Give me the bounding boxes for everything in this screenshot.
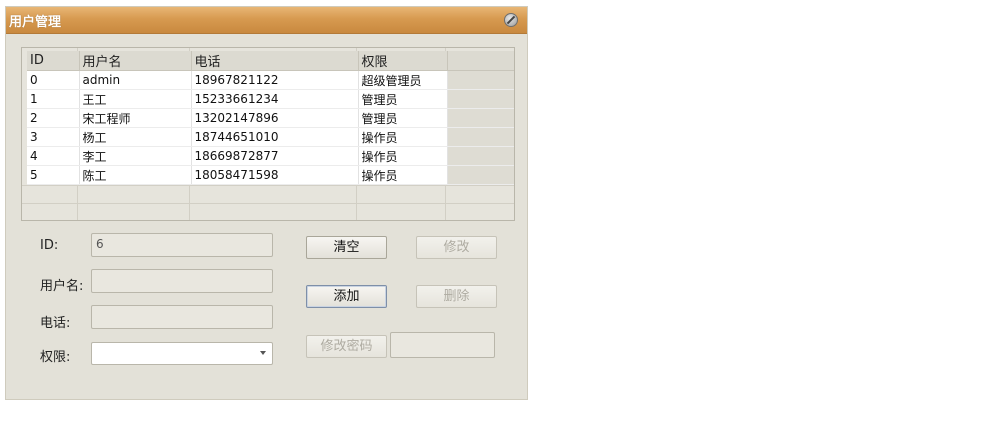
username-field[interactable] (91, 269, 273, 293)
id-label: ID: (40, 238, 59, 253)
cell-phone: 18967821122 (191, 70, 359, 90)
user-table-grid: ID 用户名 电话 权限 0 admin 18967821122 超级管理员 1 (27, 51, 514, 185)
cell-role: 管理员 (358, 108, 448, 128)
cell-role: 操作员 (358, 146, 448, 166)
close-icon[interactable] (504, 13, 518, 27)
column-header-id[interactable]: ID (27, 51, 80, 71)
window-title: 用户管理 (9, 15, 62, 30)
cell-filler (447, 146, 514, 166)
cell-id: 0 (27, 70, 80, 90)
cell-username: 王工 (79, 89, 192, 109)
modify-button[interactable]: 修改 (416, 236, 497, 259)
cell-filler (447, 127, 514, 147)
password-field[interactable] (390, 332, 495, 358)
cell-phone: 18744651010 (191, 127, 359, 147)
column-header-phone[interactable]: 电话 (191, 51, 359, 71)
cell-id: 1 (27, 89, 80, 109)
cell-filler (447, 165, 514, 185)
cell-phone: 15233661234 (191, 89, 359, 109)
cell-id: 4 (27, 146, 80, 166)
column-header-role[interactable]: 权限 (358, 51, 448, 71)
table-row[interactable]: 2 宋工程师 13202147896 管理员 (27, 108, 514, 128)
table-row[interactable]: 5 陈工 18058471598 操作员 (27, 165, 514, 185)
cell-username: 宋工程师 (79, 108, 192, 128)
table-row[interactable]: 1 王工 15233661234 管理员 (27, 89, 514, 109)
table-row[interactable]: 4 李工 18669872877 操作员 (27, 146, 514, 166)
cell-role: 操作员 (358, 165, 448, 185)
cell-username: 陈工 (79, 165, 192, 185)
cell-username: 李工 (79, 146, 192, 166)
cell-role: 管理员 (358, 89, 448, 109)
username-label: 用户名: (40, 279, 84, 294)
chevron-down-icon[interactable] (260, 351, 266, 355)
cell-phone: 18058471598 (191, 165, 359, 185)
add-button[interactable]: 添加 (306, 285, 387, 308)
id-field: 6 (91, 233, 273, 257)
cell-phone: 18669872877 (191, 146, 359, 166)
cell-filler (447, 89, 514, 109)
cell-filler (447, 108, 514, 128)
cell-username: 杨工 (79, 127, 192, 147)
cell-role: 超级管理员 (358, 70, 448, 90)
column-header-filler (447, 51, 514, 71)
table-row[interactable]: 0 admin 18967821122 超级管理员 (27, 70, 514, 90)
cell-filler (447, 70, 514, 90)
role-select[interactable] (91, 342, 273, 365)
cell-phone: 13202147896 (191, 108, 359, 128)
column-header-username[interactable]: 用户名 (79, 51, 192, 71)
cell-id: 3 (27, 127, 80, 147)
cell-username: admin (79, 70, 192, 90)
phone-field[interactable] (91, 305, 273, 329)
change-password-button[interactable]: 修改密码 (306, 335, 387, 358)
phone-label: 电话: (40, 316, 71, 331)
delete-button[interactable]: 删除 (416, 285, 497, 308)
cell-id: 5 (27, 165, 80, 185)
title-bar[interactable]: 用户管理 (6, 7, 527, 34)
table-row[interactable]: 3 杨工 18744651010 操作员 (27, 127, 514, 147)
user-table[interactable]: ID 用户名 电话 权限 0 admin 18967821122 超级管理员 1 (21, 47, 515, 221)
cell-id: 2 (27, 108, 80, 128)
clear-button[interactable]: 清空 (306, 236, 387, 259)
table-header-row: ID 用户名 电话 权限 (27, 51, 514, 71)
user-management-window: 用户管理 ID 用户名 电话 权限 0 admin 18967821122 超级… (5, 6, 528, 400)
role-label: 权限: (40, 350, 71, 365)
cell-role: 操作员 (358, 127, 448, 147)
